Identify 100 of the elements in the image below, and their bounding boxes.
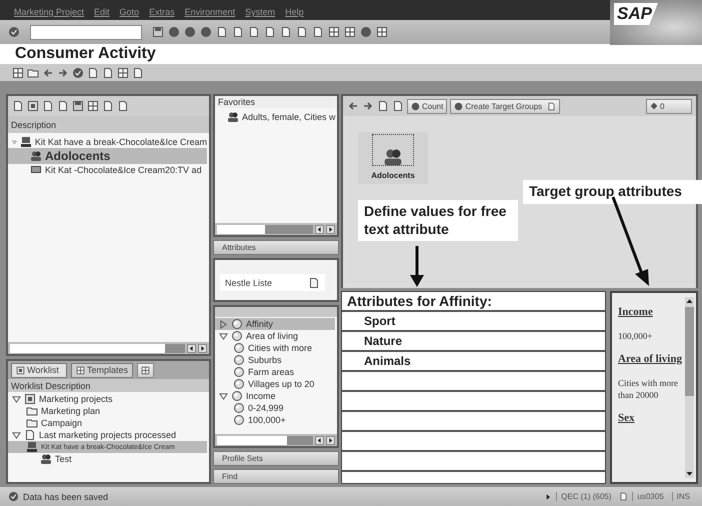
vertical-scrollbar[interactable] <box>685 297 694 478</box>
user-field: us0305 <box>632 492 668 501</box>
column-header: Worklist Description <box>8 379 209 392</box>
collapse-icon[interactable] <box>12 394 21 404</box>
scroll-left-icon <box>316 436 323 444</box>
tree-item[interactable]: Kit Kat have a break-Chocolate&Ice Cream <box>8 136 207 148</box>
command-field[interactable] <box>30 24 142 40</box>
menu-item[interactable]: Help <box>285 7 304 17</box>
counter-button[interactable]: 0 <box>646 98 692 114</box>
play-icon <box>544 492 552 500</box>
tree-item[interactable]: Campaign <box>8 417 207 429</box>
tree-item[interactable]: Cities with more <box>215 342 335 354</box>
create-target-groups-button[interactable]: Create Target Groups <box>450 98 560 114</box>
attributes-button[interactable]: Attributes <box>213 240 339 255</box>
expand-icon[interactable] <box>219 320 228 328</box>
tree-item[interactable]: Villages up to 20 <box>215 378 335 390</box>
left-arrow-icon <box>347 100 359 112</box>
scroll-thumb[interactable] <box>265 224 313 234</box>
menu-item[interactable]: Environment <box>184 7 236 17</box>
scroll-right-icon <box>327 226 334 232</box>
monitor-icon <box>30 164 42 176</box>
people-icon <box>227 111 239 123</box>
attribute-heading: Income <box>618 305 654 320</box>
tree-item[interactable]: Adolocents <box>8 148 207 164</box>
tree-item[interactable]: 0-24,999 <box>215 402 335 414</box>
count-button[interactable]: Count <box>407 98 448 114</box>
document-icon <box>312 26 324 38</box>
collapse-icon[interactable] <box>12 430 21 440</box>
box-icon <box>27 100 39 112</box>
diamond-icon <box>650 102 658 110</box>
tab[interactable]: Worklist <box>11 362 67 378</box>
scroll-thumb[interactable] <box>165 344 185 352</box>
target-group-node[interactable]: Adolocents <box>358 132 428 184</box>
dropdown[interactable]: Nestle Liste <box>220 274 325 291</box>
save-icon <box>152 26 164 38</box>
check-icon <box>8 491 19 502</box>
collapse-icon[interactable] <box>219 332 228 340</box>
scroll-thumb[interactable] <box>287 436 313 444</box>
ball-icon <box>231 330 243 342</box>
table-cell[interactable]: Nature <box>342 332 605 352</box>
tree-item[interactable]: Test <box>8 453 207 465</box>
tree-item[interactable]: Affinity <box>215 318 335 330</box>
document-icon <box>42 100 54 112</box>
menu-item[interactable]: Goto <box>120 7 140 17</box>
document-icon <box>12 100 24 112</box>
tree-item[interactable]: Kit Kat -Chocolate&Ice Cream20:TV ad <box>8 164 207 176</box>
window-icon <box>376 26 388 38</box>
window-icon <box>344 26 356 38</box>
document-icon <box>280 26 292 38</box>
collapse-icon[interactable] <box>219 392 228 400</box>
tree-item[interactable]: Marketing projects <box>8 393 207 405</box>
menu-item[interactable]: System <box>245 7 276 17</box>
tree-item[interactable]: Income <box>215 390 335 402</box>
document-icon <box>619 492 628 501</box>
scroll-right-icon <box>327 436 334 444</box>
folder-icon <box>26 417 38 429</box>
ball-icon <box>233 414 245 426</box>
horizontal-scrollbar[interactable] <box>215 434 337 446</box>
check-icon <box>8 26 20 38</box>
circle-icon <box>454 102 464 110</box>
tree-item[interactable]: Marketing plan <box>8 405 207 417</box>
profile-sets-button[interactable]: Profile Sets <box>213 451 339 466</box>
favorite-item[interactable]: Adults, female, Cities w <box>215 111 335 123</box>
tree-item[interactable]: Area of living <box>215 330 335 342</box>
attribute-value: 100,000+ <box>618 330 654 342</box>
tree-item[interactable]: 100,000+ <box>215 414 335 426</box>
circle-icon <box>184 26 196 38</box>
people-icon <box>30 150 42 162</box>
attribute-heading: Area of living <box>618 352 683 367</box>
table-cell[interactable]: Animals <box>342 352 605 372</box>
arrow <box>410 246 424 287</box>
tree-item[interactable]: Last marketing projects processed <box>8 429 207 441</box>
tab[interactable]: Templates <box>71 362 133 378</box>
table-cell[interactable]: Sport <box>342 312 605 332</box>
document-icon <box>308 276 320 288</box>
document-icon <box>547 102 556 110</box>
menu-item[interactable]: Marketing Project <box>14 7 84 17</box>
window-icon <box>328 26 340 38</box>
circle-icon <box>411 102 420 110</box>
people-icon <box>40 453 52 465</box>
left-arrow-icon <box>42 66 54 78</box>
circle-icon <box>168 26 180 38</box>
menu-item[interactable]: Edit <box>94 7 110 17</box>
ball-icon <box>233 366 245 378</box>
status-message: Data has been saved <box>23 492 110 502</box>
logo: SAP <box>610 0 702 45</box>
horizontal-scrollbar[interactable] <box>8 342 209 354</box>
horizontal-scrollbar[interactable] <box>215 223 337 235</box>
collapse-icon[interactable] <box>12 138 17 146</box>
scroll-down-icon <box>685 469 694 478</box>
document-icon <box>132 66 144 78</box>
column-header: Description <box>8 116 209 133</box>
document-icon <box>102 66 114 78</box>
find-button[interactable]: Find <box>213 469 339 484</box>
menu-item[interactable]: Extras <box>149 7 175 17</box>
document-icon <box>377 100 389 112</box>
tree-item[interactable]: Farm areas <box>215 366 335 378</box>
check-icon <box>72 66 84 78</box>
tree-item[interactable]: Suburbs <box>215 354 335 366</box>
circle-icon <box>200 26 212 38</box>
